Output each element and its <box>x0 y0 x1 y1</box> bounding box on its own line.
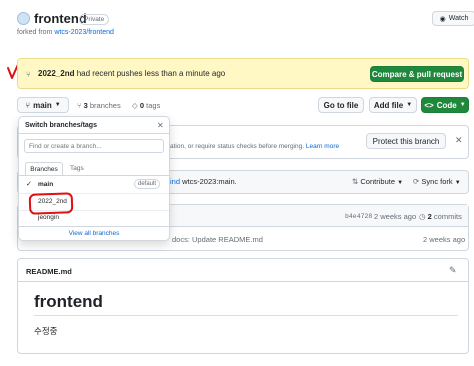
code-icon: <> <box>424 100 434 110</box>
branch-icon: ⑂ <box>25 100 31 110</box>
caret-down-icon: ▼ <box>459 102 466 108</box>
readme-divider <box>18 281 468 282</box>
fork-status-text: ind wtcs-2023:main. <box>170 177 237 186</box>
readme-heading-rule <box>34 315 458 316</box>
commits-link[interactable]: ◷ 2 commits <box>419 212 462 221</box>
tab-branches[interactable]: Branches <box>25 162 63 176</box>
code-button[interactable]: <> Code ▼ <box>421 97 469 113</box>
repo-avatar <box>17 12 30 25</box>
caret-down-icon: ▼ <box>397 180 404 186</box>
forked-source-link[interactable]: wtcs-2023/frontend <box>54 29 114 36</box>
watch-button[interactable]: ◉ Watch <box>432 11 474 26</box>
branch-icon: ⑂ <box>26 70 31 79</box>
close-icon[interactable]: ✕ <box>157 121 164 130</box>
branches-link[interactable]: ⑂ 3 branches <box>77 101 121 110</box>
history-icon: ◷ <box>419 212 426 221</box>
commit-hash[interactable]: b4e4728 <box>345 213 372 220</box>
default-badge: default <box>134 179 161 189</box>
branch-item-label: main <box>38 181 54 188</box>
visibility-badge: Private <box>79 14 110 25</box>
eye-icon: ◉ <box>439 15 446 23</box>
branch-icon: ⑂ <box>77 101 82 110</box>
tabs-divider <box>19 175 169 176</box>
protect-branch-button[interactable]: Protect this branch <box>366 133 446 149</box>
banner-message: 2022_2nd had recent pushes less than a m… <box>38 69 226 78</box>
tags-link[interactable]: ◇ 0 tags <box>132 101 160 110</box>
caret-down-icon: ▼ <box>454 180 461 186</box>
branch-item-label: jeongin <box>38 214 59 221</box>
branch-selector-button[interactable]: ⑂ main ▼ <box>17 97 69 113</box>
view-all-branches-link[interactable]: View all branches <box>19 230 169 237</box>
readme-filename[interactable]: README.md <box>26 267 72 276</box>
file-commit-message[interactable]: docs: Update README.md <box>172 235 263 244</box>
dropdown-header-divider <box>19 133 169 134</box>
dropdown-title: Switch branches/tags <box>25 122 97 129</box>
file-commit-time: 2 weeks ago <box>423 235 466 244</box>
annotation-circle <box>28 192 74 215</box>
learn-more-link[interactable]: Learn more <box>306 143 339 150</box>
close-icon[interactable]: ✕ <box>455 135 463 146</box>
footer-divider <box>19 226 169 227</box>
commit-time: 2 weeks ago <box>374 212 417 221</box>
branch-filter-input[interactable] <box>24 139 164 153</box>
check-icon: ✓ <box>26 181 32 188</box>
banner-branch: 2022_2nd <box>38 69 75 78</box>
sync-fork-dropdown[interactable]: ⟳ Sync fork ▼ <box>413 177 461 186</box>
sync-icon: ⟳ <box>413 177 420 186</box>
edit-pencil-icon[interactable]: ✎ <box>449 265 457 276</box>
add-file-button[interactable]: Add file ▼ <box>369 97 417 113</box>
caret-down-icon: ▼ <box>54 102 61 108</box>
readme-heading: frontend <box>34 292 103 311</box>
readme-body: 수정중 <box>34 326 58 336</box>
tag-icon: ◇ <box>132 101 138 110</box>
caret-down-icon: ▼ <box>406 102 413 108</box>
compare-pull-request-button[interactable]: Compare & pull request <box>370 66 464 82</box>
go-to-file-button[interactable]: Go to file <box>318 97 364 113</box>
pull-request-icon: ⇅ <box>352 177 359 186</box>
contribute-dropdown[interactable]: ⇅ Contribute ▼ <box>352 177 403 186</box>
tab-tags[interactable]: Tags <box>70 165 84 172</box>
forked-from-label: forked from wtcs-2023/frontend <box>17 29 114 36</box>
protect-branch-text: ation, or require status checks before m… <box>170 143 340 150</box>
